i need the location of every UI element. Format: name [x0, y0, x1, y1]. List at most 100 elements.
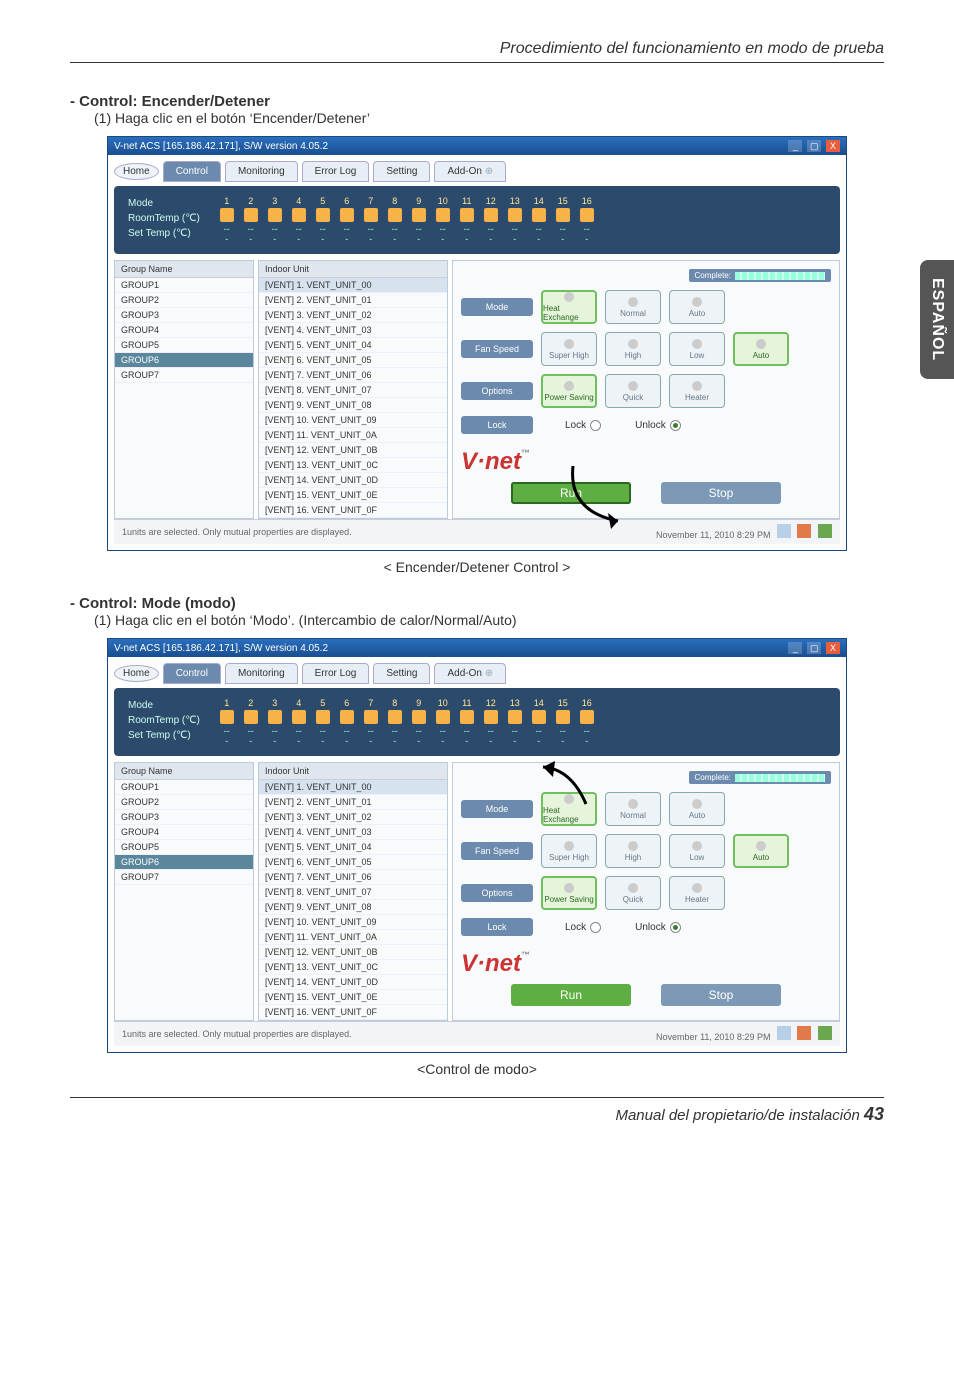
unit-item[interactable]: [VENT] 14. VENT_UNIT_0D: [259, 975, 447, 990]
unit-item[interactable]: [VENT] 3. VENT_UNIT_02: [259, 810, 447, 825]
group-item[interactable]: GROUP1: [115, 780, 253, 795]
unit-item[interactable]: [VENT] 10. VENT_UNIT_09: [259, 915, 447, 930]
group-item[interactable]: GROUP2: [115, 293, 253, 308]
group-item[interactable]: GROUP3: [115, 308, 253, 323]
lock-button[interactable]: Lock: [563, 417, 603, 434]
maximize-icon[interactable]: ▢: [807, 642, 821, 654]
opt-options-0[interactable]: Power Saving: [541, 374, 597, 408]
unit-item[interactable]: [VENT] 13. VENT_UNIT_0C: [259, 458, 447, 473]
unit-status-icon: [532, 710, 546, 724]
opt-mode-1[interactable]: Normal: [605, 290, 661, 324]
opt-fan-2[interactable]: Low: [669, 834, 725, 868]
opt-options-2[interactable]: Heater: [669, 876, 725, 910]
opt-mode-0[interactable]: Heat Exchange: [541, 290, 597, 324]
unit-status-icon: [460, 710, 474, 724]
unit-item[interactable]: [VENT] 4. VENT_UNIT_03: [259, 825, 447, 840]
maximize-icon[interactable]: ▢: [807, 140, 821, 152]
statusbar-icon: [797, 1026, 811, 1040]
group-item[interactable]: GROUP1: [115, 278, 253, 293]
group-item[interactable]: GROUP5: [115, 338, 253, 353]
opt-fan-0[interactable]: Super High: [541, 332, 597, 366]
group-item[interactable]: GROUP7: [115, 870, 253, 885]
unit-item[interactable]: [VENT] 8. VENT_UNIT_07: [259, 885, 447, 900]
opt-options-0[interactable]: Power Saving: [541, 876, 597, 910]
window-buttons[interactable]: _ ▢ X: [786, 140, 840, 152]
tab-addon[interactable]: Add-On: [434, 161, 506, 182]
unit-item[interactable]: [VENT] 2. VENT_UNIT_01: [259, 795, 447, 810]
opt-fan-3[interactable]: Auto: [733, 332, 789, 366]
unit-item[interactable]: [VENT] 12. VENT_UNIT_0B: [259, 443, 447, 458]
group-item[interactable]: GROUP3: [115, 810, 253, 825]
close-icon[interactable]: X: [826, 140, 840, 152]
run-button[interactable]: Run: [511, 482, 631, 504]
close-icon[interactable]: X: [826, 642, 840, 654]
opt-options-1[interactable]: Quick: [605, 374, 661, 408]
opt-mode-0[interactable]: Heat Exchange: [541, 792, 597, 826]
tab-monitoring[interactable]: Monitoring: [225, 161, 298, 182]
status-col: 14---: [532, 698, 546, 746]
stop-button[interactable]: Stop: [661, 482, 781, 504]
lock-button[interactable]: Lock: [563, 919, 603, 936]
tab-error-log[interactable]: Error Log: [302, 161, 370, 182]
run-button[interactable]: Run: [511, 984, 631, 1006]
unit-item[interactable]: [VENT] 4. VENT_UNIT_03: [259, 323, 447, 338]
unit-item[interactable]: [VENT] 6. VENT_UNIT_05: [259, 855, 447, 870]
tab-control[interactable]: Control: [163, 663, 221, 684]
unit-item[interactable]: [VENT] 15. VENT_UNIT_0E: [259, 990, 447, 1005]
minimize-icon[interactable]: _: [788, 642, 802, 654]
window-buttons[interactable]: _ ▢ X: [786, 642, 840, 654]
tab-addon[interactable]: Add-On: [434, 663, 506, 684]
opt-fan-2[interactable]: Low: [669, 332, 725, 366]
unit-item[interactable]: [VENT] 2. VENT_UNIT_01: [259, 293, 447, 308]
unit-item[interactable]: [VENT] 9. VENT_UNIT_08: [259, 900, 447, 915]
group-item[interactable]: GROUP2: [115, 795, 253, 810]
tab-monitoring[interactable]: Monitoring: [225, 663, 298, 684]
unlock-button[interactable]: Unlock: [633, 417, 683, 434]
unit-item[interactable]: [VENT] 10. VENT_UNIT_09: [259, 413, 447, 428]
opt-fan-0[interactable]: Super High: [541, 834, 597, 868]
group-item[interactable]: GROUP6: [115, 855, 253, 870]
unit-item[interactable]: [VENT] 7. VENT_UNIT_06: [259, 368, 447, 383]
group-item[interactable]: GROUP4: [115, 323, 253, 338]
unit-item[interactable]: [VENT] 5. VENT_UNIT_04: [259, 338, 447, 353]
unit-item[interactable]: [VENT] 16. VENT_UNIT_0F: [259, 503, 447, 518]
unit-item[interactable]: [VENT] 6. VENT_UNIT_05: [259, 353, 447, 368]
opt-options-2[interactable]: Heater: [669, 374, 725, 408]
opt-fan-3[interactable]: Auto: [733, 834, 789, 868]
group-item[interactable]: GROUP7: [115, 368, 253, 383]
unit-item[interactable]: [VENT] 11. VENT_UNIT_0A: [259, 930, 447, 945]
unit-item[interactable]: [VENT] 1. VENT_UNIT_00: [259, 278, 447, 293]
opt-fan-1[interactable]: High: [605, 834, 661, 868]
tab-setting[interactable]: Setting: [373, 663, 430, 684]
unit-item[interactable]: [VENT] 5. VENT_UNIT_04: [259, 840, 447, 855]
group-item[interactable]: GROUP6: [115, 353, 253, 368]
unit-item[interactable]: [VENT] 1. VENT_UNIT_00: [259, 780, 447, 795]
group-item[interactable]: GROUP5: [115, 840, 253, 855]
unit-item[interactable]: [VENT] 9. VENT_UNIT_08: [259, 398, 447, 413]
stop-button[interactable]: Stop: [661, 984, 781, 1006]
unit-item[interactable]: [VENT] 13. VENT_UNIT_0C: [259, 960, 447, 975]
unit-item[interactable]: [VENT] 11. VENT_UNIT_0A: [259, 428, 447, 443]
tab-home[interactable]: Home: [114, 665, 159, 682]
unit-item[interactable]: [VENT] 3. VENT_UNIT_02: [259, 308, 447, 323]
unit-item[interactable]: [VENT] 14. VENT_UNIT_0D: [259, 473, 447, 488]
unit-item[interactable]: [VENT] 8. VENT_UNIT_07: [259, 383, 447, 398]
unit-item[interactable]: [VENT] 16. VENT_UNIT_0F: [259, 1005, 447, 1020]
opt-options-1[interactable]: Quick: [605, 876, 661, 910]
tab-home[interactable]: Home: [114, 163, 159, 180]
unit-item[interactable]: [VENT] 12. VENT_UNIT_0B: [259, 945, 447, 960]
status-col: 8---: [388, 698, 402, 746]
tab-control[interactable]: Control: [163, 161, 221, 182]
unit-item[interactable]: [VENT] 7. VENT_UNIT_06: [259, 870, 447, 885]
status-col: 16---: [580, 196, 594, 244]
unit-item[interactable]: [VENT] 15. VENT_UNIT_0E: [259, 488, 447, 503]
unlock-button[interactable]: Unlock: [633, 919, 683, 936]
tab-setting[interactable]: Setting: [373, 161, 430, 182]
opt-mode-2[interactable]: Auto: [669, 290, 725, 324]
opt-mode-1[interactable]: Normal: [605, 792, 661, 826]
group-item[interactable]: GROUP4: [115, 825, 253, 840]
minimize-icon[interactable]: _: [788, 140, 802, 152]
opt-mode-2[interactable]: Auto: [669, 792, 725, 826]
tab-error-log[interactable]: Error Log: [302, 663, 370, 684]
opt-fan-1[interactable]: High: [605, 332, 661, 366]
